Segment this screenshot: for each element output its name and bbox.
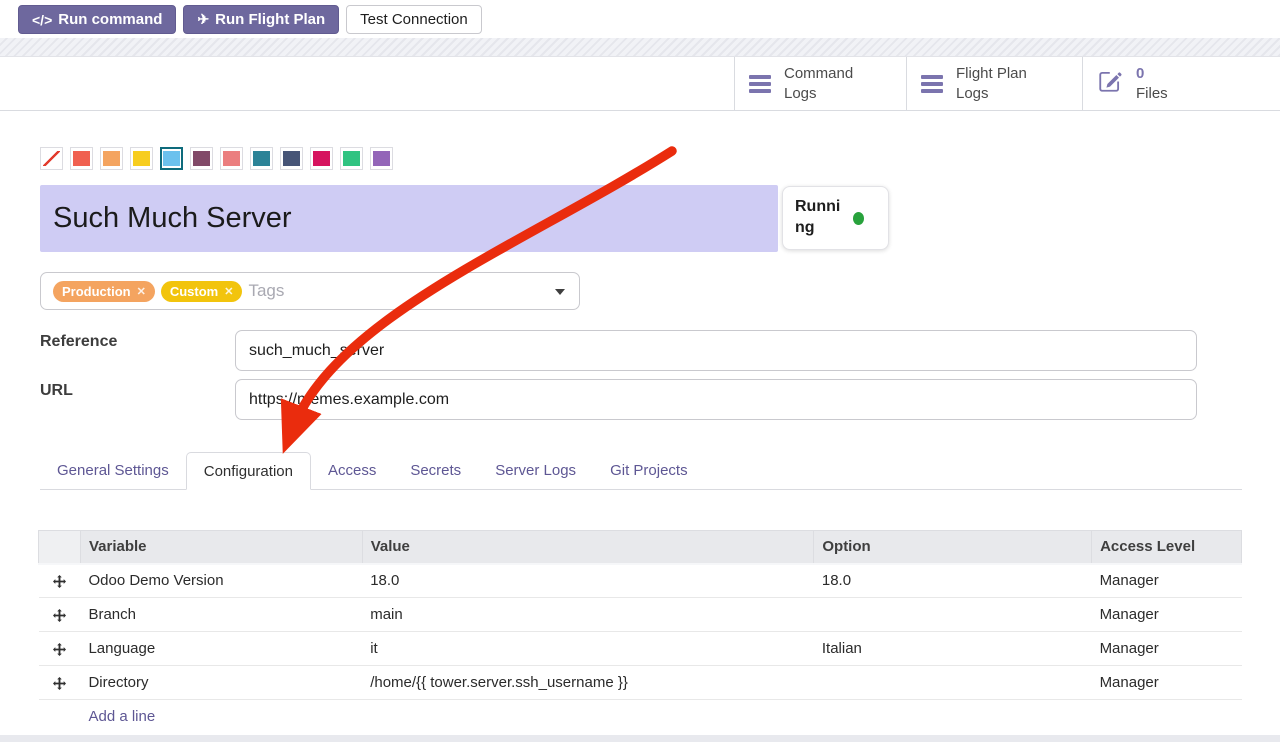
add-line-cell: Add a line [80,700,1241,734]
column-header-value[interactable]: Value [362,531,814,564]
remove-tag-icon[interactable]: ✕ [224,285,233,298]
reference-input[interactable] [235,330,1197,371]
column-header-option[interactable]: Option [814,531,1092,564]
handle-column-header [39,531,81,564]
flight-plan-logs-stat-button[interactable]: Flight Plan Logs [906,57,1082,110]
cell-variable[interactable]: Branch [80,598,362,632]
tab-access[interactable]: Access [311,452,393,489]
tab-git-projects[interactable]: Git Projects [593,452,705,489]
edit-icon [1097,68,1123,99]
test-connection-label: Test Connection [360,11,468,28]
color-swatch-yellow[interactable] [130,147,153,170]
menu-lines-icon [749,75,771,93]
cell-option[interactable] [814,666,1092,700]
color-swatch-dark-blue[interactable] [280,147,303,170]
notebook-tabs: General Settings Configuration Access Se… [40,452,1242,490]
tab-general-settings[interactable]: General Settings [40,452,186,489]
color-picker [40,147,393,170]
tab-server-logs[interactable]: Server Logs [478,452,593,489]
run-flight-plan-button[interactable]: ✈ Run Flight Plan [183,5,339,34]
color-swatch-dark-purple[interactable] [190,147,213,170]
color-swatch-light-blue-selected[interactable] [160,147,183,170]
server-name-value: Such Much Server [40,202,292,235]
remove-tag-icon[interactable]: ✕ [137,285,146,298]
flight-plan-logs-label-line1: Flight Plan [956,65,1027,82]
cell-option[interactable]: 18.0 [814,564,1092,598]
table-row[interactable]: Branch main Manager [39,598,1242,632]
column-header-variable[interactable]: Variable [80,531,362,564]
test-connection-button[interactable]: Test Connection [346,5,482,34]
run-command-button[interactable]: </> Run command [18,5,176,34]
tags-placeholder: Tags [248,281,284,301]
tag-production: Production ✕ [53,281,155,302]
cell-access-level[interactable]: Manager [1092,632,1242,666]
cell-variable[interactable]: Directory [80,666,362,700]
plane-icon: ✈ [197,11,209,28]
cell-access-level[interactable]: Manager [1092,598,1242,632]
color-swatch-green[interactable] [340,147,363,170]
status-dot [853,212,864,225]
status-card: Running [782,186,889,250]
cell-option[interactable]: Italian [814,632,1092,666]
empty-cell [39,700,81,734]
stat-button-box: Command Logs Flight Plan Logs 0 Files [734,57,1280,110]
files-stat-button[interactable]: 0 Files [1082,57,1280,110]
color-swatch-medium-blue[interactable] [250,147,273,170]
sheet-header: Command Logs Flight Plan Logs 0 Files [0,57,1280,111]
status-label: Running [795,197,843,239]
cell-value[interactable]: 18.0 [362,564,814,598]
dropdown-caret-icon[interactable] [555,289,565,295]
tags-field[interactable]: Production ✕ Custom ✕ Tags [40,272,580,310]
config-variables-table: Variable Value Option Access Level Odoo … [38,530,1242,734]
url-input[interactable] [235,379,1197,420]
color-swatch-salmon-pink[interactable] [220,147,243,170]
cell-variable[interactable]: Language [80,632,362,666]
sheet-footer-strip [0,735,1280,742]
page-background-strip [0,38,1280,57]
cell-variable[interactable]: Odoo Demo Version [80,564,362,598]
color-swatch-orange[interactable] [100,147,123,170]
drag-handle-icon[interactable] [39,564,81,598]
cell-value[interactable]: main [362,598,814,632]
add-line-row: Add a line [39,700,1242,734]
cell-access-level[interactable]: Manager [1092,564,1242,598]
color-swatch-none[interactable] [40,147,63,170]
table-row[interactable]: Directory /home/{{ tower.server.ssh_user… [39,666,1242,700]
color-swatch-fuchsia[interactable] [310,147,333,170]
command-logs-label-line1: Command [784,65,853,82]
color-swatch-purple[interactable] [370,147,393,170]
table-row[interactable]: Odoo Demo Version 18.0 18.0 Manager [39,564,1242,598]
add-a-line-link[interactable]: Add a line [88,708,155,725]
cell-value[interactable]: it [362,632,814,666]
drag-handle-icon[interactable] [39,632,81,666]
tab-configuration[interactable]: Configuration [186,452,311,490]
tag-custom: Custom ✕ [161,281,243,302]
drag-handle-icon[interactable] [39,666,81,700]
tag-production-label: Production [62,284,131,299]
cell-value[interactable]: /home/{{ tower.server.ssh_username }} [362,666,814,700]
tag-custom-label: Custom [170,284,218,299]
run-flight-plan-label: Run Flight Plan [215,11,325,28]
command-logs-stat-button[interactable]: Command Logs [734,57,906,110]
menu-lines-icon [921,75,943,93]
files-count: 0 [1136,65,1144,82]
column-header-access-level[interactable]: Access Level [1092,531,1242,564]
color-swatch-red[interactable] [70,147,93,170]
cell-access-level[interactable]: Manager [1092,666,1242,700]
cell-option[interactable] [814,598,1092,632]
table-row[interactable]: Language it Italian Manager [39,632,1242,666]
top-toolbar: </> Run command ✈ Run Flight Plan Test C… [0,0,1280,38]
drag-handle-icon[interactable] [39,598,81,632]
code-icon: </> [32,12,52,28]
url-label: URL [40,382,73,400]
run-command-label: Run command [58,11,162,28]
server-name-field[interactable]: Such Much Server [40,185,778,252]
table-header-row: Variable Value Option Access Level [39,531,1242,564]
reference-label: Reference [40,333,117,351]
tab-secrets[interactable]: Secrets [393,452,478,489]
flight-plan-logs-label-line2: Logs [956,85,989,102]
command-logs-label-line2: Logs [784,85,817,102]
files-label: Files [1136,85,1168,102]
